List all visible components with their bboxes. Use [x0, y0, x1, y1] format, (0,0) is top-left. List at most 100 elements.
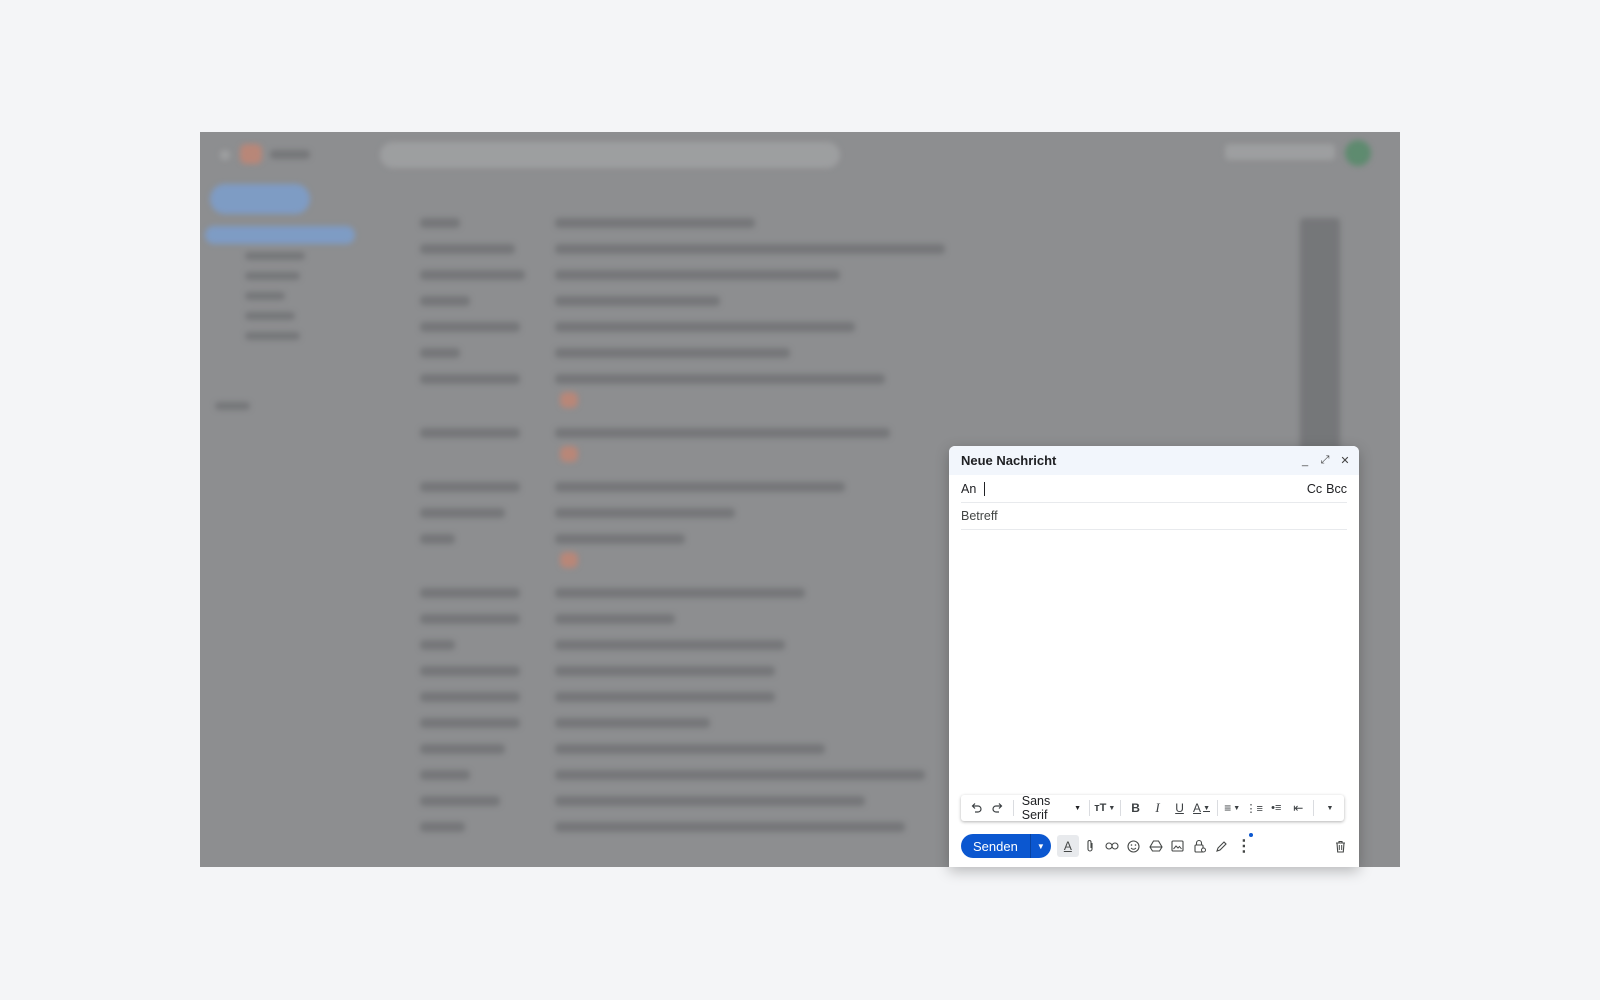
bg-attachment [560, 552, 578, 568]
bg-row-sender [420, 374, 520, 384]
subject-field[interactable]: Betreff [961, 503, 1347, 530]
bulleted-list-icon[interactable]: •≡ [1267, 798, 1285, 818]
to-field[interactable]: An Cc Bcc [961, 476, 1347, 503]
bg-row-subject [555, 218, 755, 228]
font-size-icon[interactable]: тТ ▼ [1094, 798, 1115, 818]
signature-icon[interactable] [1211, 835, 1233, 857]
bg-logo-text [270, 150, 310, 159]
to-label: An [961, 482, 977, 496]
bcc-link[interactable]: Bcc [1326, 482, 1347, 496]
bg-labels-heading [215, 402, 250, 410]
bg-row-sender [420, 322, 520, 332]
numbered-list-icon[interactable]: ⋮≡ [1245, 798, 1263, 818]
redo-icon[interactable] [989, 798, 1007, 818]
compose-title: Neue Nachricht [961, 453, 1057, 468]
font-family-select[interactable]: Sans Serif ▼ [1022, 794, 1081, 822]
bg-row-subject [555, 374, 885, 384]
compose-header[interactable]: Neue Nachricht _ ⤢ ✕ [949, 446, 1359, 475]
minimize-icon[interactable]: _ [1299, 455, 1311, 467]
bg-row-subject [555, 770, 925, 780]
divider [1089, 800, 1090, 816]
bg-row-sender [420, 770, 470, 780]
bg-row-subject [555, 822, 905, 832]
bg-row-sender [420, 508, 505, 518]
bg-row-sender [420, 482, 520, 492]
bg-row-sender [420, 348, 460, 358]
bg-row-sender [420, 296, 470, 306]
bg-row-sender [420, 244, 515, 254]
formatting-options-icon[interactable]: A [1056, 835, 1079, 857]
bg-menu-icon [220, 150, 230, 160]
close-icon[interactable]: ✕ [1339, 454, 1351, 467]
bg-row-sender [420, 744, 505, 754]
cc-bcc-links: Cc Bcc [1307, 482, 1347, 496]
more-formatting-icon[interactable]: ▼ [1320, 798, 1338, 818]
bg-nav-item [245, 312, 295, 320]
expand-icon[interactable]: ⤢ [1319, 454, 1331, 467]
bg-row-subject [555, 692, 775, 702]
message-body[interactable] [961, 532, 1347, 832]
bg-nav-item [245, 272, 300, 280]
bg-row-subject [555, 534, 685, 544]
link-icon[interactable] [1101, 835, 1123, 857]
bg-row-sender [420, 588, 520, 598]
compose-action-bar: Senden ▼ A ⋮ [961, 833, 1351, 859]
divider [1013, 800, 1014, 816]
bg-row-subject [555, 640, 785, 650]
bg-compose-button [210, 184, 310, 214]
italic-icon[interactable]: I [1149, 798, 1167, 818]
bg-avatar [1345, 140, 1371, 166]
undo-icon[interactable] [967, 798, 985, 818]
bg-row-sender [420, 640, 455, 650]
bg-row-subject [555, 666, 775, 676]
confidential-icon[interactable] [1189, 835, 1211, 857]
formatting-toolbar: Sans Serif ▼ тТ ▼ B I U A ▼ ≡ ▼ ⋮≡ •≡ ⇤ ▼ [961, 794, 1344, 822]
bg-nav-item [245, 332, 300, 340]
bg-row-sender [420, 534, 455, 544]
bg-row-subject [555, 322, 855, 332]
bg-row-subject [555, 744, 825, 754]
bg-search [380, 142, 840, 168]
bg-nav-item [245, 252, 305, 260]
bg-inbox-item [205, 226, 355, 244]
emoji-icon[interactable] [1123, 835, 1145, 857]
bg-row-subject [555, 270, 840, 280]
bg-row-subject [555, 796, 865, 806]
text-color-icon[interactable]: A ▼ [1193, 798, 1211, 818]
bg-nav-item [245, 292, 285, 300]
bg-row-subject [555, 508, 735, 518]
bg-logo [240, 144, 262, 164]
schedule-send-icon[interactable]: ▼ [1029, 834, 1051, 858]
bg-row-subject [555, 482, 845, 492]
bg-row-subject [555, 428, 890, 438]
send-button-group: Senden ▼ [961, 834, 1051, 858]
bg-row-sender [420, 718, 520, 728]
subject-placeholder: Betreff [961, 509, 998, 523]
bold-icon[interactable]: B [1127, 798, 1145, 818]
bg-attachment [560, 446, 578, 462]
send-button[interactable]: Senden [961, 834, 1030, 858]
bg-row-sender [420, 270, 525, 280]
divider [1216, 800, 1218, 816]
discard-icon[interactable] [1329, 835, 1351, 857]
notification-dot [1248, 833, 1253, 837]
indent-icon[interactable]: ⇤ [1289, 798, 1307, 818]
underline-icon[interactable]: U [1171, 798, 1189, 818]
photo-icon[interactable] [1167, 835, 1189, 857]
drive-icon[interactable] [1145, 835, 1167, 857]
bg-attachment [560, 392, 578, 408]
bg-row-sender [420, 692, 520, 702]
align-icon[interactable]: ≡ ▼ [1223, 798, 1241, 818]
bg-row-subject [555, 614, 675, 624]
font-family-value: Sans Serif [1021, 794, 1051, 822]
attach-icon[interactable] [1079, 835, 1101, 857]
bg-row-sender [420, 428, 520, 438]
cc-link[interactable]: Cc [1307, 482, 1322, 496]
caret-down-icon: ▼ [1074, 804, 1082, 812]
bg-row-subject [555, 588, 805, 598]
divider [1313, 800, 1314, 816]
more-options-icon[interactable]: ⋮ [1233, 833, 1255, 857]
bg-row-sender [420, 614, 520, 624]
bg-row-subject [555, 348, 790, 358]
compose-window: Neue Nachricht _ ⤢ ✕ An Cc Bcc Betreff S… [949, 446, 1359, 867]
